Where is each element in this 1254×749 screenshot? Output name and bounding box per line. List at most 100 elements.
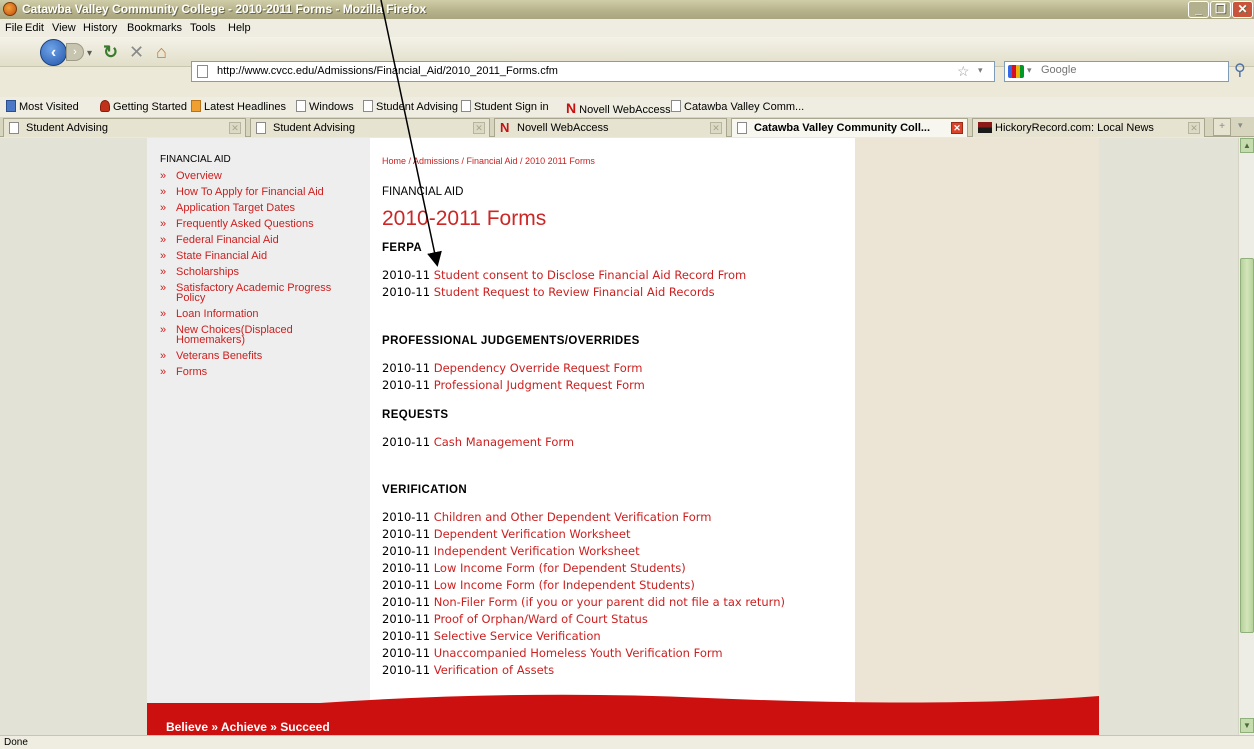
sidebar-item[interactable]: » New Choices(Displaced Homemakers) (160, 325, 360, 346)
scroll-down-icon[interactable]: ▼ (1240, 718, 1254, 733)
url-dropdown-icon[interactable]: ▾ (978, 65, 983, 76)
bookmark-catawba-valley[interactable]: Catawba Valley Comm... (671, 100, 804, 113)
form-link[interactable]: Independent Verification Worksheet (434, 544, 640, 558)
form-year: 2010-11 (382, 361, 431, 375)
tab-close-icon[interactable]: ✕ (229, 122, 241, 134)
bookmark-most-visited[interactable]: Most Visited (6, 100, 79, 113)
bookmark-label: Latest Headlines (204, 101, 286, 113)
form-item: 2010-11 Student Request to Review Financ… (382, 284, 852, 301)
form-link[interactable]: Student consent to Disclose Financial Ai… (434, 268, 747, 282)
home-icon[interactable]: ⌂ (156, 41, 167, 63)
google-icon[interactable] (1008, 65, 1024, 78)
footer-motto: Believe » Achieve » Succeed (166, 720, 330, 734)
page-icon (737, 122, 747, 134)
form-link[interactable]: Low Income Form (for Dependent Students) (434, 561, 686, 575)
menu-edit[interactable]: Edit (25, 22, 44, 34)
scroll-up-icon[interactable]: ▲ (1240, 138, 1254, 153)
bookmark-student-advising[interactable]: Student Advising (363, 100, 458, 113)
page-icon (296, 100, 306, 112)
sidebar-heading: FINANCIAL AID (160, 154, 231, 165)
tab-close-icon[interactable]: ✕ (951, 122, 963, 134)
form-item: 2010-11 Independent Verification Workshe… (382, 543, 852, 560)
tab-close-icon[interactable]: ✕ (1188, 122, 1200, 134)
engine-dropdown-icon[interactable]: ▾ (1027, 65, 1032, 76)
menu-tools[interactable]: Tools (190, 22, 216, 34)
form-link[interactable]: Student Request to Review Financial Aid … (434, 285, 715, 299)
bookmark-label: Student Sign in (474, 101, 549, 113)
form-year: 2010-11 (382, 663, 431, 677)
menu-bookmarks[interactable]: Bookmarks (127, 22, 182, 34)
bookmark-latest-headlines[interactable]: Latest Headlines (191, 100, 286, 113)
sidebar-item[interactable]: » Veterans Benefits (160, 351, 360, 362)
tab-hickoryrecord[interactable]: HickoryRecord.com: Local News ✕ (972, 118, 1205, 137)
menu-history[interactable]: History (83, 22, 117, 34)
sidebar-item[interactable]: » Loan Information (160, 309, 360, 320)
sidebar-item-label: Overview (176, 170, 222, 182)
sidebar-item[interactable]: » State Financial Aid (160, 251, 360, 262)
window-titlebar: Catawba Valley Community College - 2010-… (0, 0, 1254, 19)
tab-catawba-valley[interactable]: Catawba Valley Community Coll... ✕ (731, 118, 968, 137)
minimize-button[interactable]: _ (1188, 1, 1209, 18)
sidebar-item[interactable]: » Application Target Dates (160, 203, 360, 214)
form-link[interactable]: Low Income Form (for Independent Student… (434, 578, 695, 592)
sidebar-item[interactable]: » Scholarships (160, 267, 360, 278)
bookmark-getting-started[interactable]: Getting Started (100, 100, 187, 113)
tab-close-icon[interactable]: ✕ (473, 122, 485, 134)
search-box[interactable]: ▾ (1004, 61, 1229, 82)
reload-icon[interactable]: ↻ (103, 41, 118, 63)
url-bar[interactable]: http://www.cvcc.edu/Admissions/Financial… (191, 61, 995, 82)
maximize-button[interactable]: ❐ (1210, 1, 1231, 18)
form-link[interactable]: Unaccompanied Homeless Youth Verificatio… (434, 646, 723, 660)
bookmark-novell-webaccess[interactable]: N Novell WebAccess (566, 100, 671, 116)
form-link[interactable]: Proof of Orphan/Ward of Court Status (434, 612, 648, 626)
bookmark-label: Windows (309, 101, 354, 113)
history-dropdown-icon[interactable]: ▾ (87, 43, 92, 65)
form-item: 2010-11 Non-Filer Form (if you or your p… (382, 594, 852, 611)
form-link[interactable]: Non-Filer Form (if you or your parent di… (434, 595, 785, 609)
form-year: 2010-11 (382, 561, 431, 575)
breadcrumb[interactable]: Home / Admissions / Financial Aid / 2010… (382, 156, 852, 166)
form-link[interactable]: Verification of Assets (434, 663, 554, 677)
form-link[interactable]: Selective Service Verification (434, 629, 601, 643)
form-link[interactable]: Professional Judgment Request Form (434, 378, 645, 392)
search-go-icon[interactable]: ⚲ (1234, 60, 1246, 80)
scroll-thumb[interactable] (1240, 258, 1254, 633)
form-link[interactable]: Children and Other Dependent Verificatio… (434, 510, 712, 524)
page-icon (256, 122, 266, 134)
tab-list-icon[interactable]: ▾ (1238, 120, 1243, 131)
sidebar-item[interactable]: » Forms (160, 367, 360, 378)
sidebar-item[interactable]: » Federal Financial Aid (160, 234, 360, 246)
tab-student-advising-2[interactable]: Student Advising ✕ (250, 118, 490, 137)
menu-view[interactable]: View (52, 22, 76, 34)
form-link[interactable]: Dependent Verification Worksheet (434, 527, 631, 541)
page-icon (671, 100, 681, 112)
sidebar-item[interactable]: » Frequently Asked Questions (160, 219, 360, 230)
forward-button[interactable]: › (66, 43, 84, 61)
star-icon[interactable]: ☆ (957, 63, 970, 80)
tab-student-advising-1[interactable]: Student Advising ✕ (3, 118, 246, 137)
bullet-icon: » (160, 234, 167, 246)
bookmark-windows[interactable]: Windows (296, 100, 354, 113)
form-year: 2010-11 (382, 527, 431, 541)
new-tab-button[interactable]: + (1213, 118, 1231, 136)
form-link[interactable]: Dependency Override Request Form (434, 361, 643, 375)
sidebar-item[interactable]: » Satisfactory Academic Progress Policy (160, 283, 360, 304)
form-item: 2010-11 Proof of Orphan/Ward of Court St… (382, 611, 852, 628)
form-link[interactable]: Cash Management Form (434, 435, 574, 449)
close-window-button[interactable]: ✕ (1232, 1, 1253, 18)
bullet-icon: » (160, 170, 167, 182)
menu-help[interactable]: Help (228, 22, 251, 34)
bookmark-student-sign-in[interactable]: Student Sign in (461, 100, 549, 113)
stop-icon[interactable]: ✕ (129, 41, 144, 63)
form-group: REQUESTS 2010-11 Cash Management Form (382, 409, 852, 451)
tab-novell-webaccess[interactable]: N Novell WebAccess ✕ (494, 118, 727, 137)
search-input[interactable] (1041, 64, 1221, 76)
back-button[interactable]: ‹ (40, 39, 67, 66)
sidebar-item[interactable]: » Overview (160, 170, 360, 182)
tab-close-icon[interactable]: ✕ (710, 122, 722, 134)
sidebar-item[interactable]: » How To Apply for Financial Aid (160, 187, 360, 198)
vertical-scrollbar[interactable]: ▲ ▼ (1238, 138, 1254, 735)
form-year: 2010-11 (382, 268, 431, 282)
form-item: 2010-11 Dependent Verification Worksheet (382, 526, 852, 543)
menu-file[interactable]: File (5, 22, 23, 34)
